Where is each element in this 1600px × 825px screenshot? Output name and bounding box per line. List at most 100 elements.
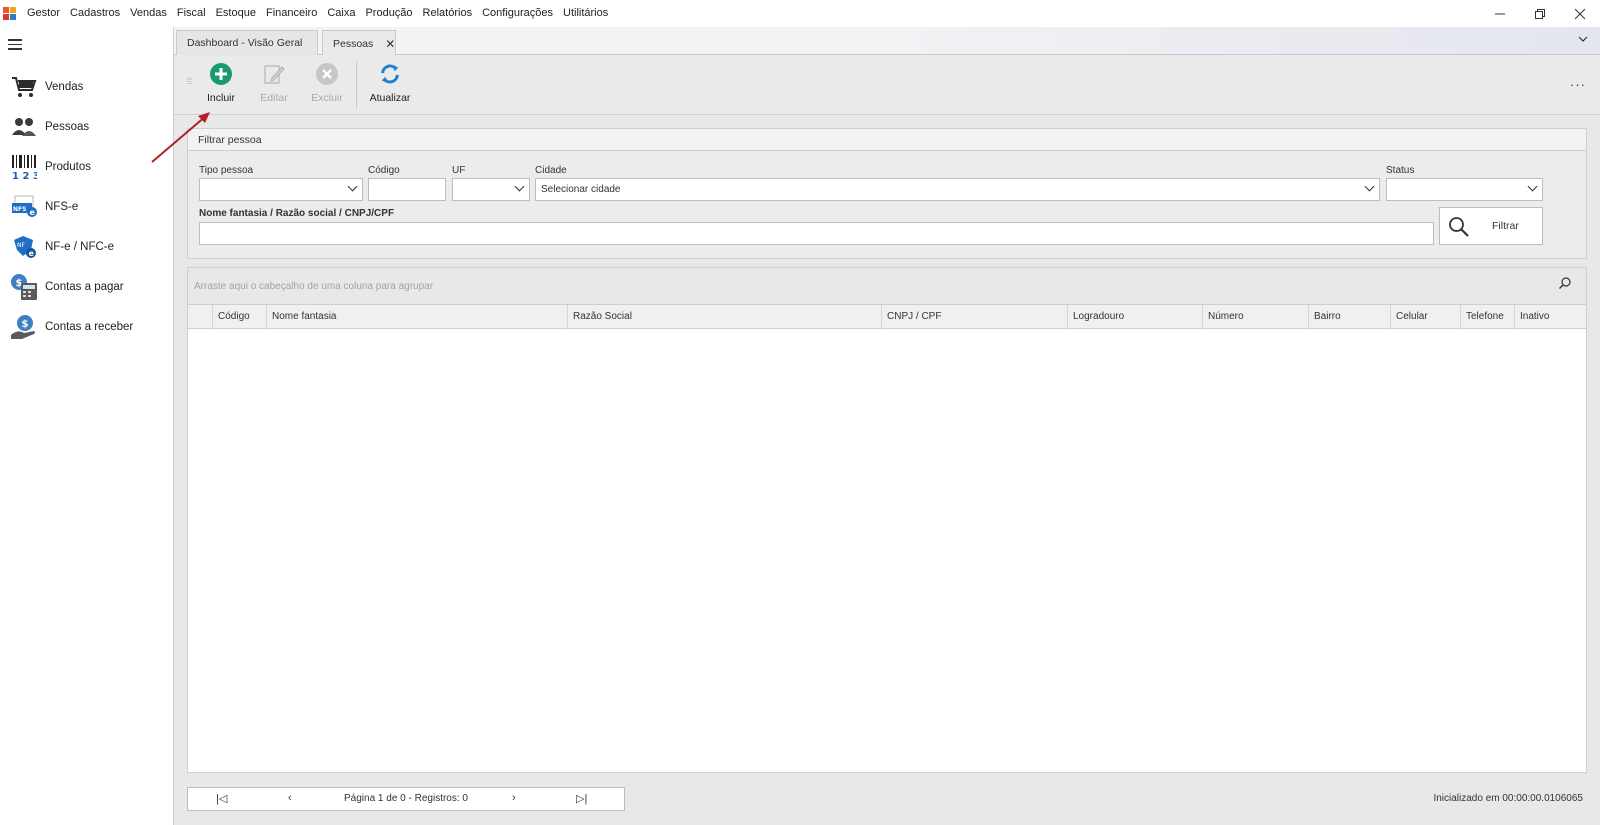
- sidebar-item-contas-pagar[interactable]: $ Contas a pagar: [10, 272, 170, 302]
- pager-status-text: Página 1 de 0 - Registros: 0: [344, 793, 468, 804]
- menu-vendas[interactable]: Vendas: [125, 0, 172, 27]
- tab-close-icon[interactable]: ✕: [385, 37, 395, 51]
- cidade-value: Selecionar cidade: [541, 184, 621, 195]
- tab-pessoas[interactable]: Pessoas ✕: [322, 30, 396, 56]
- svg-text:NF: NF: [17, 242, 25, 249]
- people-icon: [10, 113, 38, 141]
- sidebar-item-label: Contas a receber: [45, 321, 134, 333]
- menu-financeiro[interactable]: Financeiro: [261, 0, 322, 27]
- chevron-down-icon: [1364, 181, 1375, 192]
- filtrar-label: Filtrar: [1492, 220, 1519, 232]
- svg-text:$: $: [22, 319, 29, 330]
- uf-select[interactable]: [452, 178, 530, 201]
- close-icon: [1574, 8, 1586, 19]
- menu-cadastros[interactable]: Cadastros: [65, 0, 125, 27]
- toolbar: ⁞⁞ Incluir Editar Excluir Atualizar ···: [174, 55, 1600, 115]
- sidebar-item-label: Produtos: [45, 161, 92, 173]
- sidebar-item-nfe[interactable]: NF e NF-e / NFC-e: [10, 232, 170, 262]
- restore-button[interactable]: [1520, 0, 1560, 27]
- barcode-icon: 1 2 3: [10, 153, 38, 181]
- menu-fiscal[interactable]: Fiscal: [172, 0, 211, 27]
- cidade-select[interactable]: Selecionar cidade: [535, 178, 1380, 201]
- tab-dashboard[interactable]: Dashboard - Visão Geral: [176, 30, 318, 55]
- column-header-numero[interactable]: Número: [1202, 305, 1308, 329]
- filter-panel: Filtrar pessoa Tipo pessoa Código UF Cid…: [187, 128, 1587, 259]
- tipo-pessoa-select[interactable]: [199, 178, 363, 201]
- atualizar-label: Atualizar: [369, 92, 411, 104]
- menu-utilitarios[interactable]: Utilitários: [558, 0, 613, 27]
- column-header-razao-social[interactable]: Razão Social: [567, 305, 881, 329]
- column-header-logradouro[interactable]: Logradouro: [1067, 305, 1202, 329]
- tipo-pessoa-label: Tipo pessoa: [199, 165, 254, 176]
- tab-overflow-chevron-icon[interactable]: [1578, 34, 1588, 46]
- svg-text:e: e: [29, 249, 35, 258]
- editar-button[interactable]: Editar: [249, 63, 299, 109]
- chevron-down-icon: [514, 181, 525, 192]
- sidebar-item-produtos[interactable]: 1 2 3 Produtos: [10, 152, 170, 182]
- excluir-button[interactable]: Excluir: [302, 63, 352, 109]
- last-page-button[interactable]: ▷|: [576, 792, 587, 805]
- svg-text:e: e: [30, 208, 36, 217]
- sidebar-item-contas-receber[interactable]: $ Contas a receber: [10, 312, 170, 342]
- atualizar-button[interactable]: Atualizar: [365, 63, 415, 109]
- menu-caixa[interactable]: Caixa: [322, 0, 360, 27]
- pager: |◁ ‹ Página 1 de 0 - Registros: 0 › ▷|: [187, 787, 625, 811]
- delete-x-icon: [316, 63, 338, 85]
- column-header-bairro[interactable]: Bairro: [1308, 305, 1390, 329]
- toolbar-grip-icon[interactable]: ⁞⁞: [187, 77, 193, 91]
- sidebar-item-label: Pessoas: [45, 121, 90, 133]
- editar-label: Editar: [260, 92, 288, 104]
- next-page-button[interactable]: ›: [512, 792, 516, 804]
- menu-configuracoes[interactable]: Configurações: [477, 0, 558, 27]
- main-area: Dashboard - Visão Geral Pessoas ✕ ⁞⁞ Inc…: [174, 27, 1600, 825]
- search-icon: [1449, 217, 1469, 237]
- minimize-button[interactable]: [1480, 0, 1520, 27]
- chevron-down-icon: [347, 181, 358, 192]
- group-by-panel[interactable]: Arraste aqui o cabeçalho de uma coluna p…: [188, 268, 1586, 305]
- status-bar-text: Inicializado em 00:00:00.0106065: [1433, 793, 1583, 804]
- menu-gestor[interactable]: Gestor: [22, 0, 65, 27]
- sidebar-item-label: NFS-e: [45, 201, 79, 213]
- close-window-button[interactable]: [1560, 0, 1600, 27]
- svg-text:NFS: NFS: [13, 206, 26, 213]
- nome-razao-cnpj-input[interactable]: [199, 222, 1434, 245]
- nome-label: Nome fantasia / Razão social / CNPJ/CPF: [199, 208, 395, 219]
- menu-estoque[interactable]: Estoque: [211, 0, 261, 27]
- hamburger-menu-icon[interactable]: [8, 39, 22, 50]
- restore-icon: [1535, 8, 1545, 19]
- cidade-label: Cidade: [535, 165, 567, 176]
- grid-search-icon[interactable]: [1558, 276, 1572, 290]
- codigo-label: Código: [368, 165, 400, 176]
- incluir-label: Incluir: [206, 92, 235, 104]
- status-select[interactable]: [1386, 178, 1543, 201]
- uf-label: UF: [452, 165, 466, 176]
- cart-icon: [10, 73, 38, 101]
- nfe-icon: NF e: [10, 233, 38, 261]
- column-header-telefone[interactable]: Telefone: [1460, 305, 1514, 329]
- column-header-inativo[interactable]: Inativo: [1514, 305, 1578, 329]
- incluir-button[interactable]: Incluir: [196, 63, 246, 109]
- sidebar-item-nfse[interactable]: NFS e NFS-e: [10, 192, 170, 222]
- menu-relatorios[interactable]: Relatórios: [418, 0, 478, 27]
- menu-bar: Gestor Cadastros Vendas Fiscal Estoque F…: [0, 0, 1600, 27]
- nfse-icon: NFS e: [10, 193, 38, 221]
- column-header-codigo[interactable]: Código: [212, 305, 266, 329]
- chevron-down-icon: [1527, 181, 1538, 192]
- add-icon: [210, 63, 232, 85]
- column-header-cnpj-cpf[interactable]: CNPJ / CPF: [881, 305, 1067, 329]
- filtrar-button[interactable]: Filtrar: [1439, 207, 1543, 245]
- minimize-icon: [1495, 13, 1505, 14]
- column-header-nome-fantasia[interactable]: Nome fantasia: [266, 305, 567, 329]
- svg-text:1 2 3: 1 2 3: [12, 171, 37, 180]
- sidebar-item-vendas[interactable]: Vendas: [10, 72, 170, 102]
- column-header-celular[interactable]: Celular: [1390, 305, 1460, 329]
- toolbar-separator: [356, 61, 357, 109]
- menu-producao[interactable]: Produção: [360, 0, 417, 27]
- codigo-input[interactable]: [368, 178, 446, 201]
- receivables-icon: $: [10, 313, 38, 341]
- sidebar-item-pessoas[interactable]: Pessoas: [10, 112, 170, 142]
- row-indicator-header: [188, 305, 213, 329]
- sidebar-item-label: Contas a pagar: [45, 281, 124, 293]
- status-label: Status: [1386, 165, 1415, 176]
- more-options-icon[interactable]: ···: [1570, 77, 1586, 92]
